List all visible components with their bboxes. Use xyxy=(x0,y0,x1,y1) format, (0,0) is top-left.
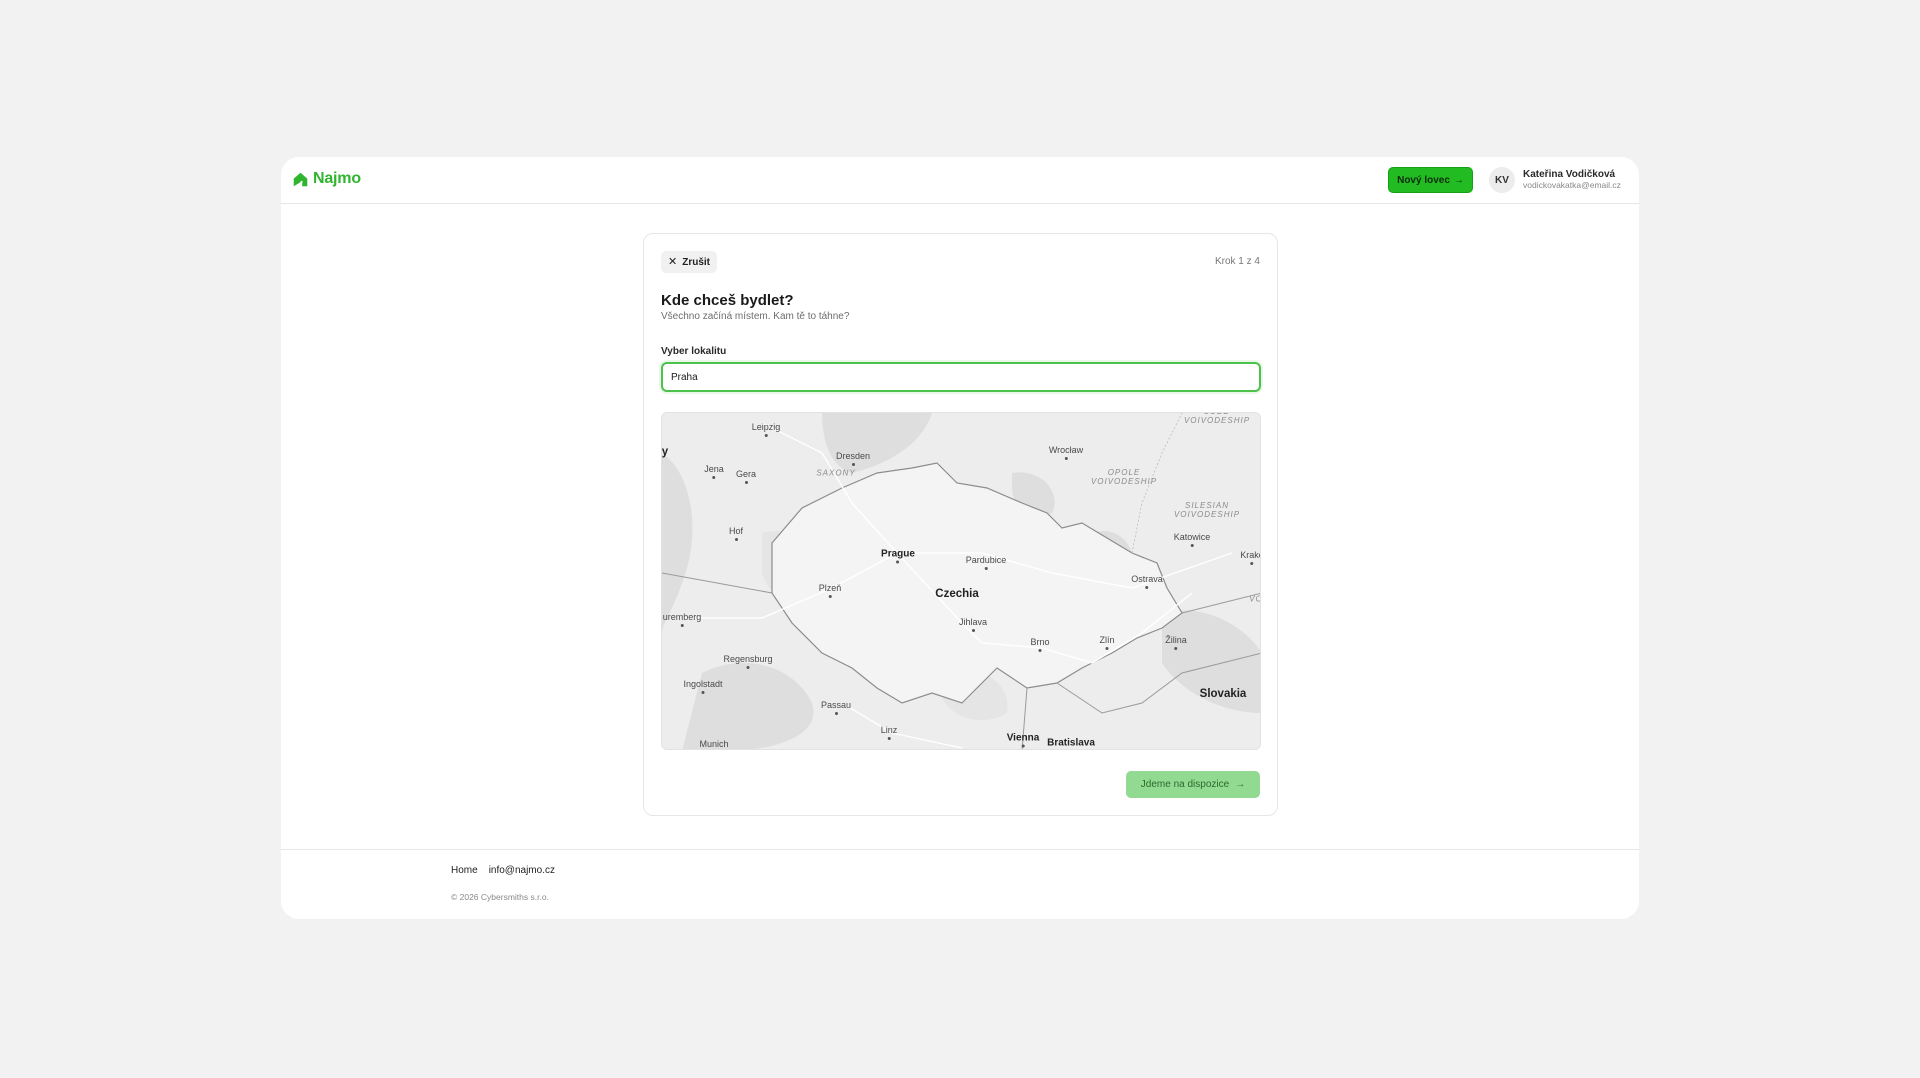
map-label-saxony: SAXONY xyxy=(816,468,856,478)
app-window: Najmo Nový lovec → KV Kateřina Vodičková… xyxy=(281,157,1639,919)
map-label-gera: Gera xyxy=(735,469,757,484)
top-navigation-bar: Najmo Nový lovec → KV Kateřina Vodičková… xyxy=(281,157,1639,204)
map-label-czechia: Czechia xyxy=(935,588,979,600)
brand-logo[interactable]: Najmo xyxy=(292,170,361,188)
footer-links: Home info@najmo.cz xyxy=(451,865,555,876)
map-label-zilina: Žilina xyxy=(1165,635,1187,650)
close-icon: ✕ xyxy=(668,255,678,268)
cancel-button[interactable]: ✕ Zrušit xyxy=(661,251,717,273)
cancel-label: Zrušit xyxy=(682,256,710,268)
location-input[interactable] xyxy=(661,362,1261,392)
step-indicator: Krok 1 z 4 xyxy=(1214,256,1260,267)
avatar: KV xyxy=(1489,167,1515,193)
map-label-regensburg: Regensburg xyxy=(723,654,773,669)
map-label-silesian-voivodeship: SILESIAN VOIVODESHIP xyxy=(1173,501,1241,519)
map-label-pardubice: Pardubice xyxy=(965,555,1007,570)
location-field-label: Vyber lokalitu xyxy=(661,346,727,357)
map-label-jihlava: Jihlava xyxy=(958,617,988,632)
arrow-right-icon: → xyxy=(1453,174,1464,186)
map-label-passau: Passau xyxy=(820,700,852,715)
page-title: Kde chceš bydlet? xyxy=(661,292,794,309)
new-hunter-label: Nový lovec xyxy=(1397,174,1450,186)
map-label-edge-y: y xyxy=(661,446,669,458)
location-map[interactable]: Leipzig Dresden Jena Gera SAXONY Hof Pra… xyxy=(661,412,1261,750)
map-label-plzen: Plzeň xyxy=(818,583,842,598)
user-info: Kateřina Vodičková vodickovakatka@email.… xyxy=(1523,169,1621,190)
footer-email-link[interactable]: info@najmo.cz xyxy=(489,865,555,876)
new-hunter-button[interactable]: Nový lovec → xyxy=(1388,167,1473,193)
copyright: © 2026 Cybersmiths s.r.o. xyxy=(451,892,549,902)
map-label-prague: Prague xyxy=(881,548,915,564)
map-label-hof: Hof xyxy=(728,526,744,541)
map-label-nuremberg: uremberg xyxy=(662,612,702,627)
map-label-linz: Linz xyxy=(880,725,898,740)
map-label-ingolstadt: Ingolstadt xyxy=(683,679,723,694)
map-label-bratislava: Bratislava xyxy=(1047,737,1095,749)
location-wizard-card: ✕ Zrušit Krok 1 z 4 Kde chceš bydlet? Vš… xyxy=(643,233,1278,816)
map-label-krakow: Krako xyxy=(1240,550,1260,565)
map-label-zlin: Zlín xyxy=(1099,635,1115,650)
map-label-slovakia: Slovakia xyxy=(1199,688,1247,700)
map-label-opole-voivodeship: OPOLE VOIVODESHIP xyxy=(1090,468,1158,486)
map-label-edge-vo: VO xyxy=(1249,594,1260,604)
map-label-wroclaw: Wrocław xyxy=(1048,445,1084,460)
arrow-right-icon: → xyxy=(1235,779,1246,790)
page-subtitle: Všechno začíná místem. Kam tě to táhne? xyxy=(661,311,850,322)
map-label-brno: Brno xyxy=(1030,637,1050,652)
map-label-katowice: Katowice xyxy=(1173,532,1211,547)
map-label-leipzig: Leipzig xyxy=(751,422,781,437)
footer-home-link[interactable]: Home xyxy=(451,865,478,876)
map-label-vienna: Vienna xyxy=(1006,732,1040,748)
footer: Home info@najmo.cz © 2026 Cybersmiths s.… xyxy=(281,849,1639,919)
continue-label: Jdeme na dispozice xyxy=(1140,779,1230,790)
map-background xyxy=(662,413,1260,749)
user-menu[interactable]: KV Kateřina Vodičková vodickovakatka@ema… xyxy=(1489,167,1621,193)
map-label-jena: Jena xyxy=(704,464,724,479)
brand-name: Najmo xyxy=(313,170,361,187)
map-label-munich: Munich xyxy=(699,739,729,749)
continue-button[interactable]: Jdeme na dispozice → xyxy=(1126,771,1260,798)
user-email: vodickovakatka@email.cz xyxy=(1523,179,1621,190)
house-logo-icon xyxy=(293,172,308,187)
map-label-lodz-voivodeship: ŁÓDŹ VOIVODESHIP xyxy=(1183,413,1251,425)
map-label-dresden: Dresden xyxy=(835,451,871,466)
map-label-ostrava: Ostrava xyxy=(1131,574,1163,589)
